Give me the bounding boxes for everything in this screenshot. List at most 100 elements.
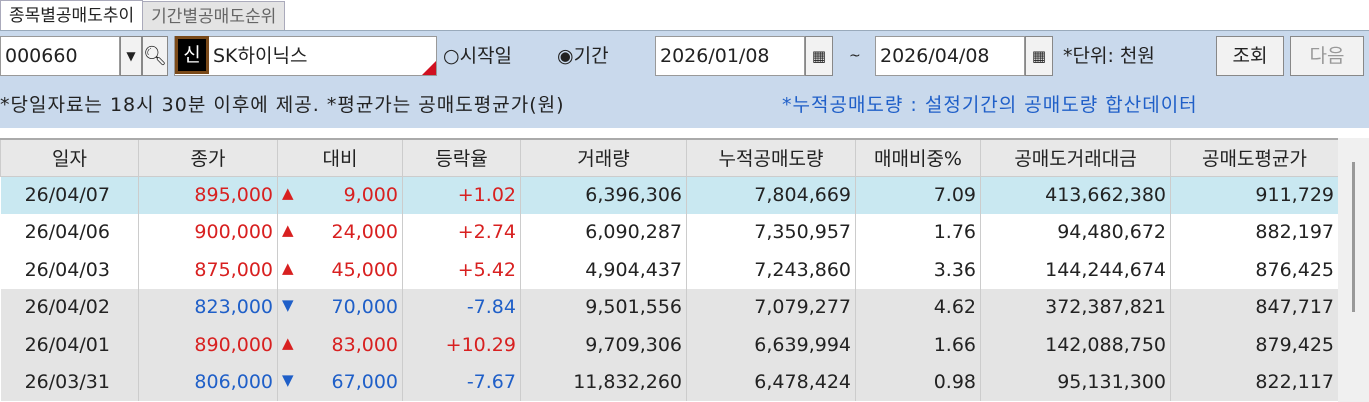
table-row[interactable]: 26/03/31 806,000 ▼ 67,000 -7.67 11,832,260 6,4…: [0, 363, 1339, 401]
search-query-button[interactable]: 조회: [1216, 36, 1284, 76]
column-header[interactable]: 거래량: [520, 138, 687, 177]
volume-cell: 9,501,556: [520, 288, 687, 326]
chevron-down-icon: ▼: [126, 49, 136, 63]
change-value: 67,000: [331, 371, 398, 394]
change-cell: ▲ 83,000: [277, 326, 403, 364]
ratio-cell: 3.36: [855, 251, 981, 289]
radio-checked-icon: ◉: [557, 45, 574, 67]
date-cell: 26/03/31: [0, 363, 139, 401]
change-cell: ▲ 24,000: [277, 213, 403, 251]
rate-cell: +1.02: [402, 176, 521, 214]
date-cell: 26/04/07: [0, 176, 139, 214]
table-row[interactable]: 26/04/03 875,000 ▲ 45,000 +5.42 4,904,437 7,24…: [0, 251, 1339, 289]
radio-start-label: 시작일: [459, 45, 513, 67]
short-avg-cell: 911,729: [1170, 176, 1339, 214]
column-header[interactable]: 매매비중%: [855, 138, 981, 177]
column-header[interactable]: 일자: [0, 138, 139, 177]
rate-cell: -7.67: [402, 363, 521, 401]
note-data-time: *당일자료는 18시 30분 이후에 제공. *평균가는 공매도평균가(원): [0, 94, 565, 116]
calendar-icon: ▦: [1031, 47, 1047, 65]
date-cell: 26/04/03: [0, 251, 139, 289]
cumulative-short-cell: 6,639,994: [686, 326, 856, 364]
ratio-cell: 0.98: [855, 363, 981, 401]
date-separator: ~: [849, 48, 861, 64]
tab-bar: 종목별공매도추이 기간별공매도순위: [0, 0, 286, 30]
tab-stock-short-trend[interactable]: 종목별공매도추이: [0, 0, 144, 30]
table-row[interactable]: 26/04/06 900,000 ▲ 24,000 +2.74 6,090,287 7,35…: [0, 213, 1339, 251]
short-avg-cell: 876,425: [1170, 251, 1339, 289]
vertical-scrollbar[interactable]: [1338, 138, 1369, 402]
rate-cell: -7.84: [402, 288, 521, 326]
tab-period-short-rank[interactable]: 기간별공매도순위: [143, 1, 286, 30]
table-row[interactable]: 26/04/07 895,000 ▲ 9,000 +1.02 6,396,306 7,804…: [0, 176, 1339, 214]
table-row[interactable]: 26/04/01 890,000 ▲ 83,000 +10.29 9,709,306 6,6…: [0, 326, 1339, 364]
close-cell: 806,000: [138, 363, 278, 401]
date-from-input[interactable]: 2026/01/08: [655, 36, 805, 76]
change-value: 83,000: [331, 333, 398, 356]
up-arrow-icon: ▲: [282, 221, 294, 240]
down-arrow-icon: ▼: [282, 371, 294, 390]
ratio-cell: 1.76: [855, 213, 981, 251]
short-selling-table: 일자 종가 대비 등락율 거래량 누적공매도량 매매비중% 공매도거래대금 공매도평균가 26/…: [0, 138, 1339, 401]
change-cell: ▼ 70,000: [277, 288, 403, 326]
close-cell: 875,000: [138, 251, 278, 289]
close-cell: 823,000: [138, 288, 278, 326]
radio-start-date[interactable]: ○시작일: [443, 36, 512, 76]
up-arrow-icon: ▲: [282, 258, 294, 277]
code-dropdown-button[interactable]: ▼: [120, 36, 142, 76]
ratio-cell: 4.62: [855, 288, 981, 326]
column-header[interactable]: 종가: [138, 138, 278, 177]
scrollbar-thumb[interactable]: [1352, 162, 1355, 312]
cumulative-short-cell: 7,243,860: [686, 251, 856, 289]
cumulative-short-cell: 7,804,669: [686, 176, 856, 214]
corner-marker-icon: [422, 61, 436, 75]
date-cell: 26/04/06: [0, 213, 139, 251]
close-cell: 895,000: [138, 176, 278, 214]
search-icon: 🔍︎: [143, 45, 168, 67]
column-header[interactable]: 등락율: [402, 138, 521, 177]
short-avg-cell: 882,197: [1170, 213, 1339, 251]
radio-unchecked-icon: ○: [443, 45, 460, 67]
short-amount-cell: 372,387,821: [980, 288, 1171, 326]
change-value: 70,000: [331, 296, 398, 319]
volume-cell: 6,396,306: [520, 176, 687, 214]
change-value: 24,000: [331, 221, 398, 244]
change-cell: ▲ 9,000: [277, 176, 403, 214]
ratio-cell: 7.09: [855, 176, 981, 214]
radio-period[interactable]: ◉기간: [557, 36, 609, 76]
volume-cell: 11,832,260: [520, 363, 687, 401]
short-amount-cell: 413,662,380: [980, 176, 1171, 214]
cumulative-short-cell: 6,478,424: [686, 363, 856, 401]
date-cell: 26/04/01: [0, 326, 139, 364]
up-arrow-icon: ▲: [282, 184, 294, 202]
note-cumulative: *누적공매도량 : 설정기간의 공매도량 합산데이터: [782, 94, 1198, 116]
short-avg-cell: 847,717: [1170, 288, 1339, 326]
volume-cell: 9,709,306: [520, 326, 687, 364]
table-row[interactable]: 26/04/02 823,000 ▼ 70,000 -7.84 9,501,556 7,07…: [0, 288, 1339, 326]
ratio-cell: 1.66: [855, 326, 981, 364]
new-listing-badge: 신: [175, 36, 209, 74]
column-header[interactable]: 누적공매도량: [686, 138, 856, 177]
date-from-calendar-button[interactable]: ▦: [805, 36, 833, 76]
radio-period-label: 기간: [573, 45, 609, 67]
date-to-input[interactable]: 2026/04/08: [875, 36, 1025, 76]
search-button[interactable]: 🔍︎: [142, 36, 168, 76]
short-amount-cell: 144,244,674: [980, 251, 1171, 289]
short-avg-cell: 822,117: [1170, 363, 1339, 401]
cumulative-short-cell: 7,350,957: [686, 213, 856, 251]
stock-code-input[interactable]: 000660: [0, 36, 120, 76]
stock-name-field[interactable]: 신 SK하이닉스: [174, 36, 437, 76]
column-header[interactable]: 공매도평균가: [1170, 138, 1339, 177]
calendar-icon: ▦: [811, 47, 827, 65]
column-header[interactable]: 대비: [277, 138, 403, 177]
change-value: 9,000: [343, 184, 398, 206]
unit-label: *단위: 천원: [1063, 45, 1155, 67]
change-cell: ▲ 45,000: [277, 251, 403, 289]
date-to-calendar-button[interactable]: ▦: [1025, 36, 1053, 76]
rate-cell: +5.42: [402, 251, 521, 289]
rate-cell: +10.29: [402, 326, 521, 364]
column-header[interactable]: 공매도거래대금: [980, 138, 1171, 177]
short-amount-cell: 142,088,750: [980, 326, 1171, 364]
cumulative-short-cell: 7,079,277: [686, 288, 856, 326]
next-button[interactable]: 다음: [1290, 36, 1364, 76]
